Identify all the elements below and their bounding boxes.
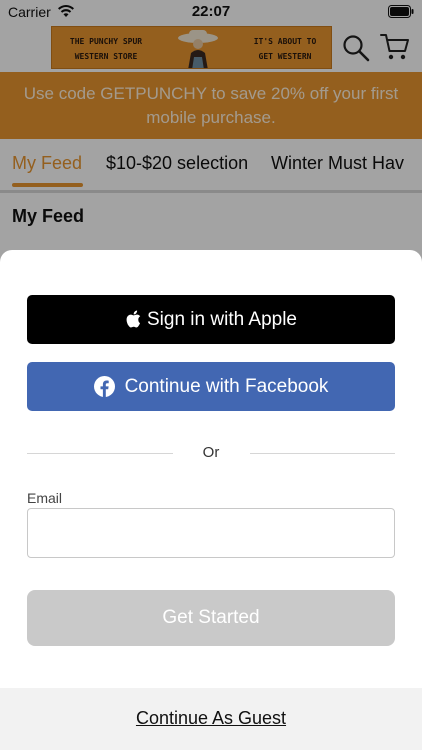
divider-right — [250, 453, 395, 454]
sign-in-sheet: Sign in with Apple Continue with Faceboo… — [0, 250, 422, 750]
continue-as-guest-link[interactable]: Continue As Guest — [136, 708, 286, 729]
apple-button-label: Sign in with Apple — [147, 308, 297, 330]
email-field[interactable] — [27, 508, 395, 558]
get-started-label: Get Started — [162, 607, 260, 628]
email-label: Email — [27, 490, 63, 506]
apple-logo-icon — [126, 310, 141, 328]
guest-bar: Continue As Guest — [0, 688, 422, 750]
facebook-logo-icon — [93, 376, 115, 397]
facebook-button-label: Continue with Facebook — [124, 375, 329, 397]
continue-with-facebook-button[interactable]: Continue with Facebook — [27, 362, 395, 411]
get-started-button[interactable]: Get Started — [27, 590, 395, 646]
sign-in-with-apple-button[interactable]: Sign in with Apple — [27, 295, 395, 344]
